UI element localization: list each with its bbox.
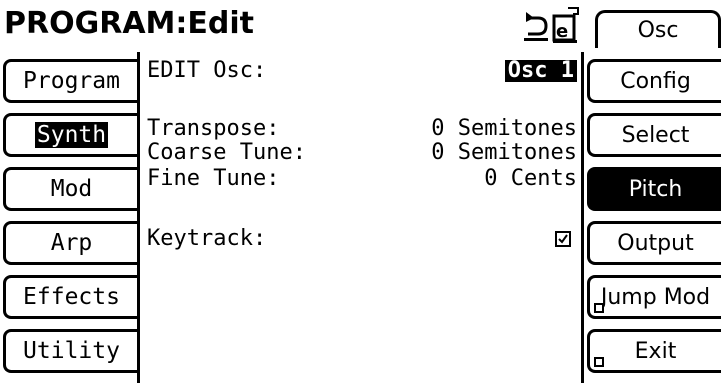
tab-label: Synth	[34, 122, 109, 148]
tab-program[interactable]: Program	[3, 59, 137, 103]
keytrack-label: Keytrack:	[147, 226, 267, 251]
tab-label: Mod	[50, 176, 93, 202]
edit-osc-label: EDIT Osc:	[147, 58, 267, 83]
softkey-exit[interactable]: Exit	[587, 329, 721, 373]
undo-icon[interactable]	[524, 12, 548, 41]
softkey-label: Jump Mod	[600, 284, 711, 310]
tab-osc[interactable]: Osc	[595, 10, 721, 48]
coarse-tune-value[interactable]: 0 Semitones	[431, 142, 577, 164]
corner-marker-icon	[594, 357, 604, 367]
edit-panel-content: EDIT Osc: Osc 1 Transpose: 0 Semitones C…	[147, 52, 577, 383]
page-title: PROGRAM:Edit	[4, 6, 254, 41]
edit-osc-selector[interactable]: Osc 1	[504, 60, 577, 82]
svg-text:e: e	[556, 21, 568, 42]
tab-label: Effects	[23, 284, 120, 310]
fine-tune-value[interactable]: 0 Cents	[484, 168, 577, 190]
tab-label: Utility	[23, 338, 120, 364]
softkey-output[interactable]: Output	[587, 221, 721, 265]
tab-synth[interactable]: Synth	[3, 113, 137, 157]
corner-marker-icon	[594, 303, 604, 313]
tab-utility[interactable]: Utility	[3, 329, 137, 373]
tab-label: Arp	[50, 230, 93, 256]
tab-mod[interactable]: Mod	[3, 167, 137, 211]
softkey-label: Output	[617, 230, 694, 256]
keytrack-checkbox[interactable]	[555, 231, 571, 247]
header-icons: e	[520, 6, 582, 46]
coarse-tune-label: Coarse Tune:	[147, 140, 306, 165]
tab-effects[interactable]: Effects	[3, 275, 137, 319]
softkey-pitch[interactable]: Pitch	[587, 167, 721, 211]
fine-tune-label: Fine Tune:	[147, 166, 280, 191]
softkey-select[interactable]: Select	[587, 113, 721, 157]
transpose-label: Transpose:	[147, 116, 280, 141]
tab-arp[interactable]: Arp	[3, 221, 137, 265]
edit-page-icon[interactable]: e	[552, 7, 579, 43]
softkey-config[interactable]: Config	[587, 59, 721, 103]
checkmark-icon	[558, 234, 568, 244]
transpose-value[interactable]: 0 Semitones	[431, 118, 577, 140]
softkey-label: Config	[620, 68, 691, 94]
tab-label: Program	[23, 68, 120, 94]
softkey-label: Pitch	[628, 176, 683, 202]
softkey-jump-mod[interactable]: Jump Mod	[587, 275, 721, 319]
softkey-label: Select	[621, 122, 690, 148]
softkey-label: Exit	[634, 338, 677, 364]
lcd-screen: PROGRAM:Edit e Program Synth Mod Arp Eff…	[0, 0, 721, 383]
tab-label: Osc	[637, 18, 679, 43]
